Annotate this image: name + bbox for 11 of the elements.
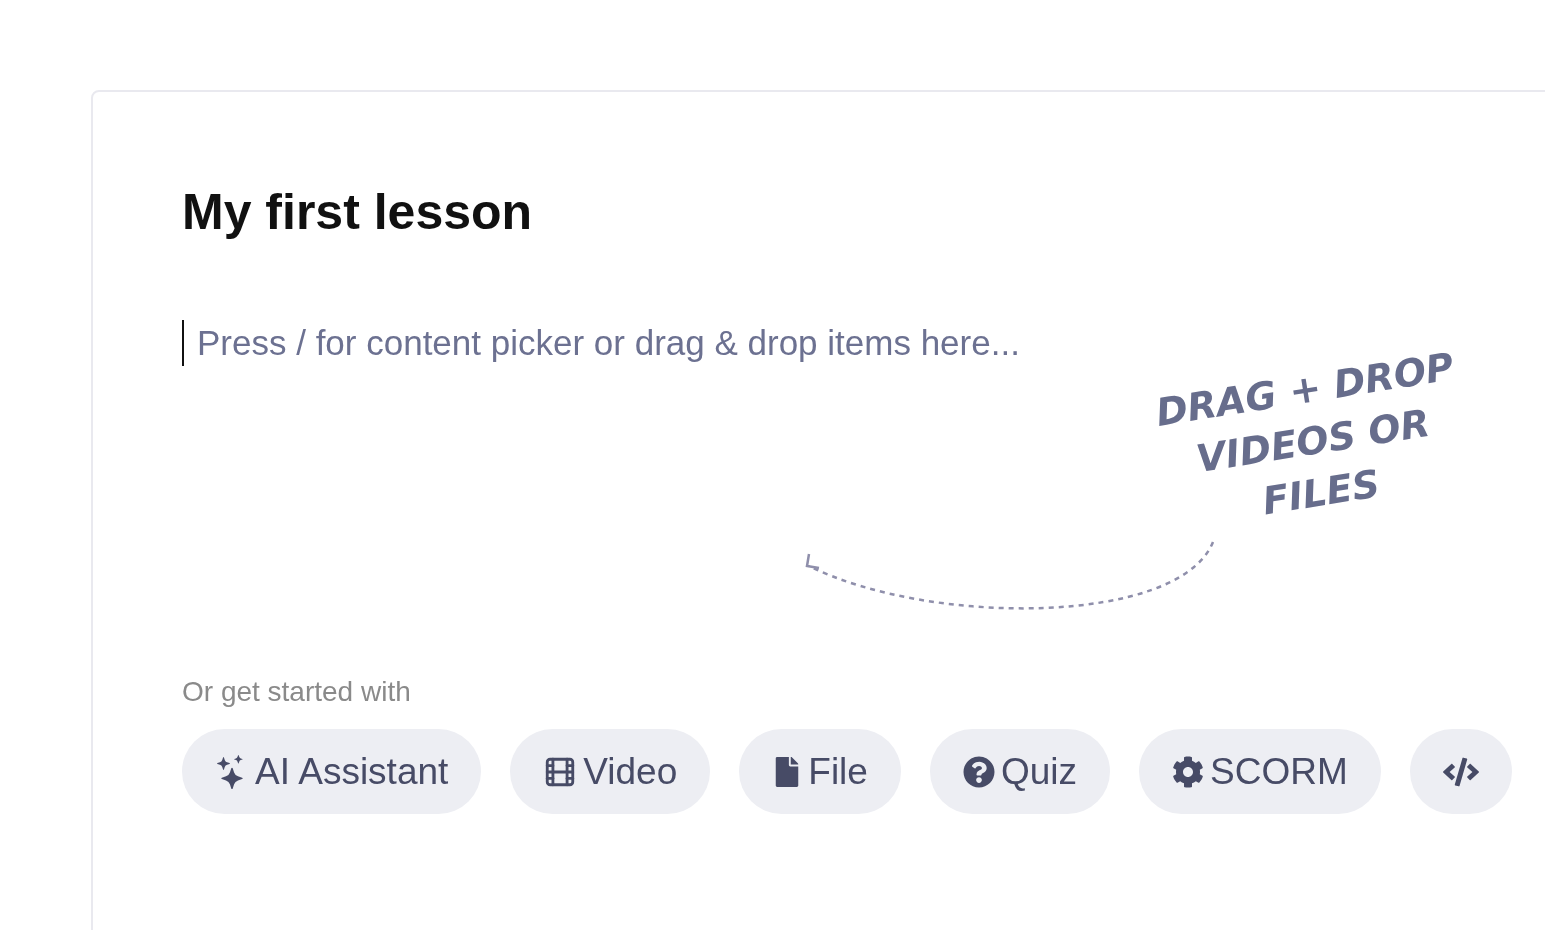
get-started-label: Or get started with	[182, 676, 412, 708]
scorm-chip[interactable]: SCORM	[1139, 729, 1381, 814]
gear-icon	[1172, 755, 1204, 788]
ai-chip[interactable]: AI Assistant	[182, 729, 482, 814]
lesson-title: My first lesson	[182, 183, 534, 242]
editor-field[interactable]: Press / for content picker or drag & drop items here...	[182, 320, 1197, 366]
handwritten-note: FILES	[1259, 461, 1383, 524]
file-chip[interactable]: File	[739, 729, 901, 814]
question-icon	[962, 755, 995, 788]
quiz-chip[interactable]: Quiz	[929, 729, 1110, 814]
video-chip[interactable]: Video	[510, 729, 711, 814]
